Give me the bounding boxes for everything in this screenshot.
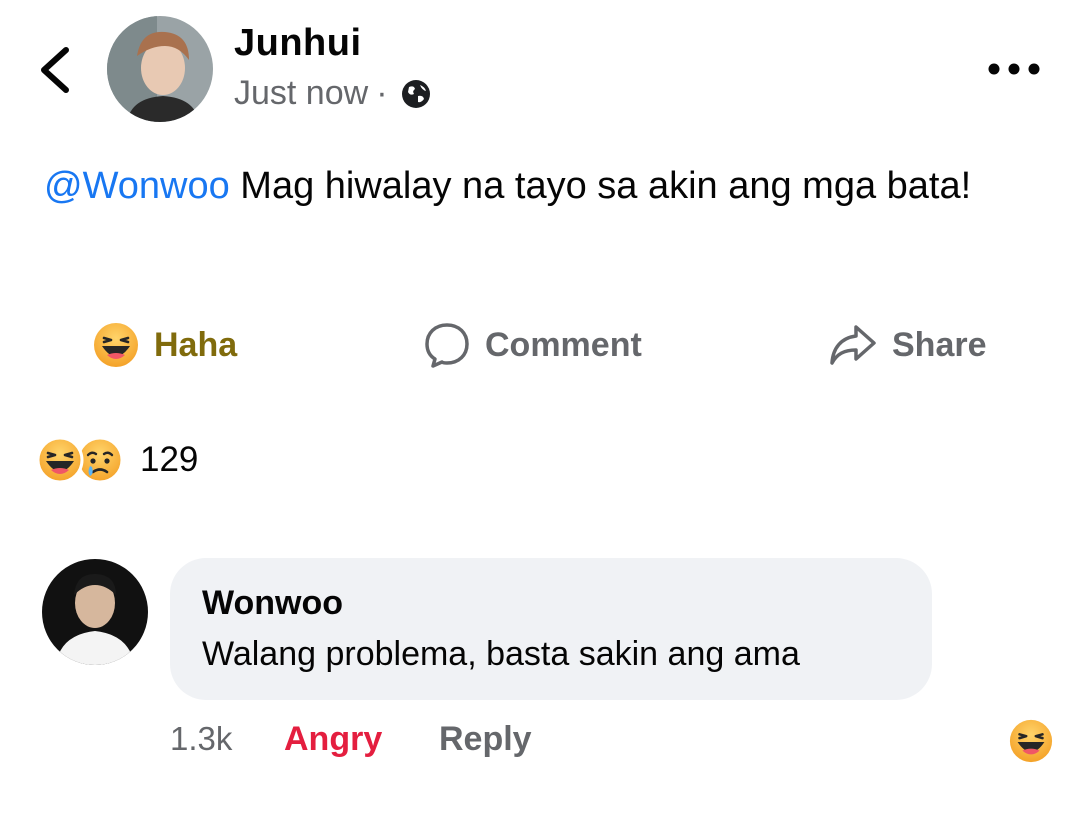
reaction-count: 129 bbox=[140, 440, 199, 479]
back-chevron-icon[interactable] bbox=[36, 46, 76, 94]
haha-emoji-icon bbox=[94, 323, 138, 367]
post-timestamp: Just now bbox=[234, 74, 369, 112]
comment-button[interactable]: Comment bbox=[423, 318, 642, 372]
reaction-summary[interactable]: 129 bbox=[36, 436, 198, 484]
post-meta: Just now · bbox=[234, 74, 432, 113]
sad-emoji-icon bbox=[76, 436, 124, 484]
reaction-icons bbox=[36, 436, 124, 484]
globe-icon bbox=[401, 79, 430, 108]
comment-reply-button[interactable]: Reply bbox=[439, 720, 532, 759]
comment-bubble-icon bbox=[425, 323, 469, 368]
post-text: @Wonwoo Mag hiwalay na tayo sa akin ang … bbox=[44, 162, 1034, 210]
haha-emoji-icon[interactable] bbox=[1008, 718, 1054, 764]
comment-bubble[interactable]: Wonwoo Walang problema, basta sakin ang … bbox=[170, 558, 932, 700]
share-label: Share bbox=[892, 325, 987, 364]
meta-separator: · bbox=[376, 74, 388, 112]
mention-link[interactable]: @Wonwoo bbox=[44, 165, 230, 207]
haha-emoji-icon bbox=[36, 436, 84, 484]
comment-reaction-button[interactable]: Angry bbox=[284, 720, 382, 759]
post-author-name[interactable]: Junhui bbox=[234, 22, 362, 65]
share-arrow-icon bbox=[830, 325, 876, 365]
post-body: Mag hiwalay na tayo sa akin ang mga bata… bbox=[229, 165, 972, 207]
reaction-button[interactable]: Haha bbox=[92, 318, 237, 372]
author-avatar[interactable] bbox=[107, 16, 213, 122]
comment-timestamp: 1.3k bbox=[170, 720, 233, 757]
commenter-avatar[interactable] bbox=[42, 559, 148, 665]
share-button[interactable]: Share bbox=[828, 318, 987, 372]
more-options-icon[interactable] bbox=[985, 58, 1043, 80]
comment-author-name[interactable]: Wonwoo bbox=[202, 584, 900, 623]
comment-label: Comment bbox=[485, 325, 642, 364]
reaction-label: Haha bbox=[154, 325, 238, 364]
comment-text: Walang problema, basta sakin ang ama bbox=[202, 635, 800, 673]
